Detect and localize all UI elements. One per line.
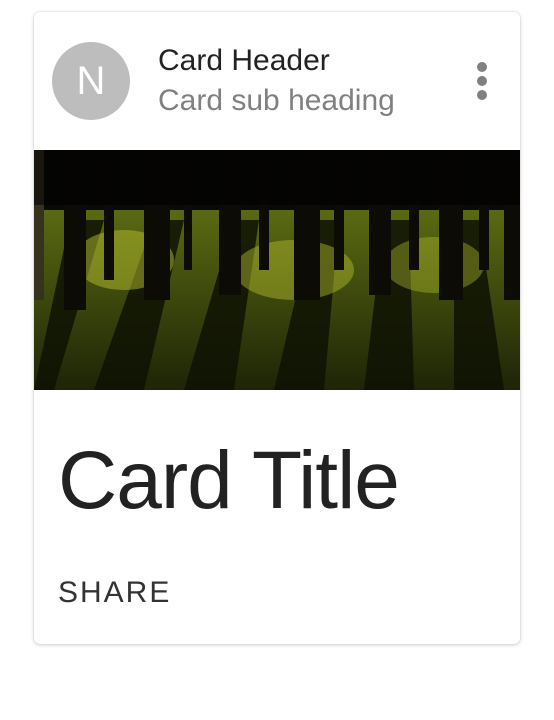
card-header: N Card Header Card sub heading	[34, 12, 520, 150]
card-header-sub: Card sub heading	[158, 81, 462, 120]
card-media-image	[34, 150, 520, 390]
more-vert-icon	[476, 59, 488, 103]
header-text: Card Header Card sub heading	[130, 43, 462, 120]
share-label: SHARE	[58, 576, 171, 609]
more-button[interactable]	[462, 51, 502, 111]
card: N Card Header Card sub heading	[34, 12, 520, 644]
card-header-title: Card Header	[158, 43, 462, 79]
share-button[interactable]: SHARE	[58, 572, 171, 614]
card-actions: SHARE	[34, 536, 520, 644]
card-content: Card Title	[34, 390, 520, 536]
avatar-letter: N	[77, 59, 106, 104]
card-title: Card Title	[58, 438, 496, 524]
avatar: N	[52, 42, 130, 120]
